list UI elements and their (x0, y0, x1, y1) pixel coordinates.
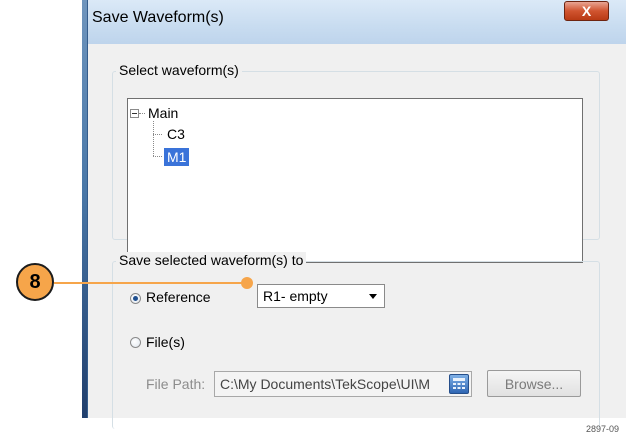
figure-id: 2897-09 (586, 424, 620, 434)
browse-button-label: Browse... (504, 375, 564, 392)
tree-node-m1[interactable]: M1 (164, 148, 190, 166)
file-path-value: C:\My Documents\TekScope\UI\M (220, 376, 431, 392)
callout-number: 8 (29, 270, 41, 293)
reference-select[interactable]: R1- empty (257, 284, 385, 308)
files-radio[interactable] (130, 337, 141, 348)
tree-connector (153, 134, 162, 135)
reference-select-value: R1- empty (263, 288, 328, 304)
reference-label[interactable]: Reference (146, 289, 211, 305)
browse-button[interactable]: Browse... (487, 370, 581, 397)
file-path-field[interactable]: C:\My Documents\TekScope\UI\M (214, 371, 472, 397)
waveform-tree[interactable] (127, 98, 583, 263)
keypad-icon (453, 378, 465, 389)
close-icon: X (581, 3, 592, 19)
dialog-client-area: Select waveform(s) Save selected wavefor… (88, 44, 626, 429)
select-waveforms-legend: Select waveform(s) (116, 62, 242, 78)
save-waveforms-dialog: Save Waveform(s) X Select waveform(s) Sa… (87, 0, 626, 429)
chevron-down-icon (369, 294, 377, 299)
tree-connector (153, 121, 154, 156)
tree-node-main[interactable]: Main (148, 105, 178, 121)
tree-node-c3[interactable]: C3 (167, 126, 185, 142)
keypad-button[interactable] (449, 374, 469, 394)
tree-connector (153, 156, 162, 157)
tree-connector (139, 113, 145, 114)
file-path-label: File Path: (146, 376, 206, 392)
step-callout: 8 (16, 263, 54, 301)
close-button[interactable]: X (564, 1, 609, 21)
title-bar: Save Waveform(s) X (88, 0, 626, 44)
collapse-icon[interactable] (130, 109, 139, 118)
callout-dot (241, 277, 253, 289)
callout-line (54, 282, 247, 284)
save-destination-legend: Save selected waveform(s) to (116, 252, 307, 268)
dialog-title: Save Waveform(s) (92, 9, 224, 26)
files-label[interactable]: File(s) (146, 334, 185, 350)
reference-radio[interactable] (130, 293, 141, 304)
